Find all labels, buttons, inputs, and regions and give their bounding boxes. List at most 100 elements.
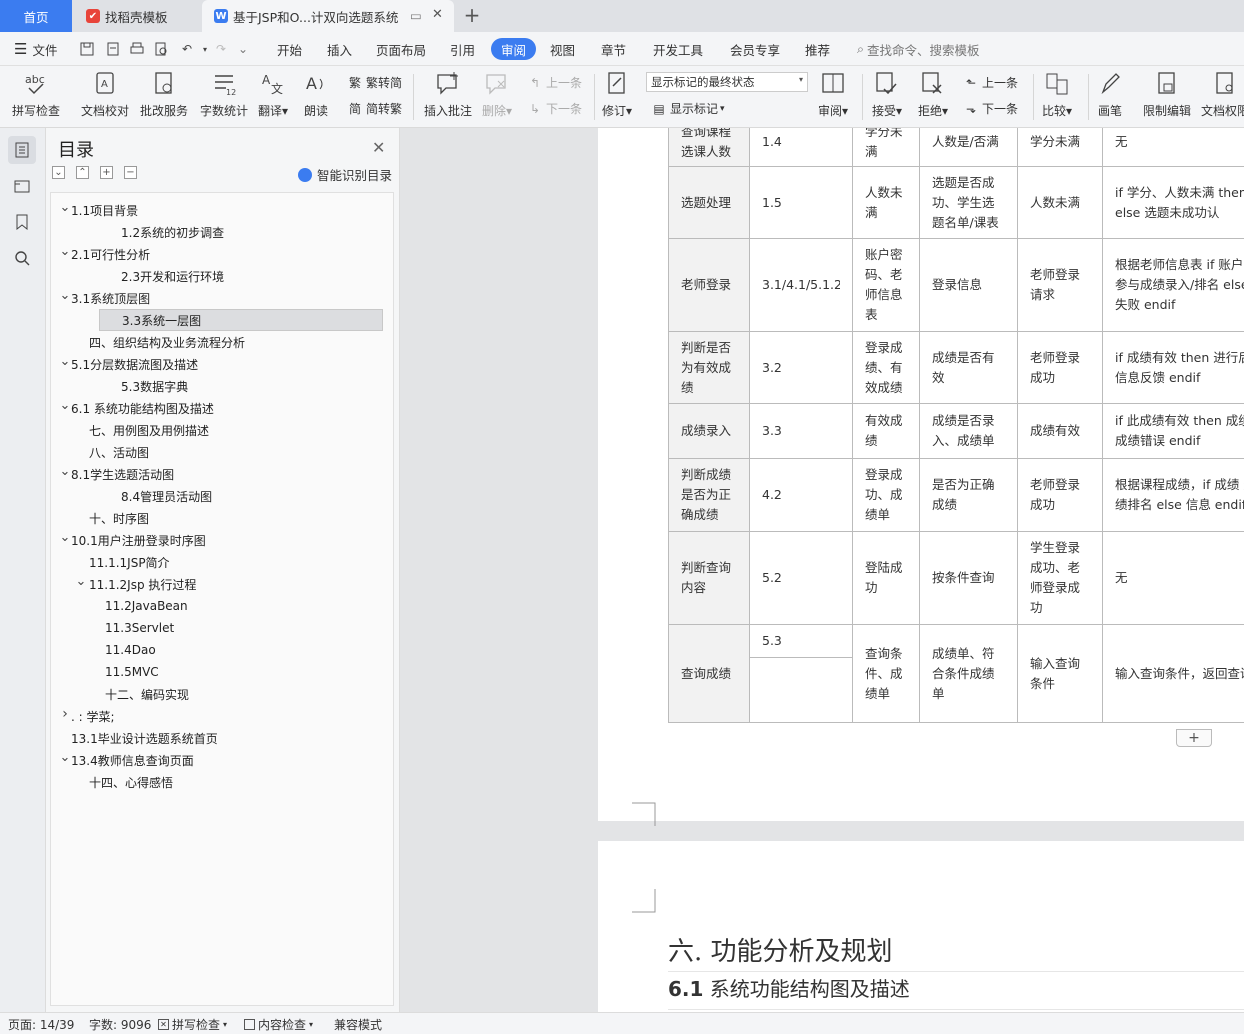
pen-button[interactable]: 画笔 <box>1097 70 1123 119</box>
toc-item[interactable]: ⌄ 10.1用户注册登录时序图 <box>51 529 391 551</box>
export-pdf-icon[interactable] <box>104 40 122 58</box>
bookmark-icon[interactable] <box>8 208 36 236</box>
menu-start[interactable]: 开始 <box>277 32 302 66</box>
toc-item[interactable]: ›. : 学菜; <box>51 705 391 727</box>
table-cell[interactable]: 判断查询内容 <box>668 531 750 625</box>
print-preview-icon[interactable] <box>152 40 170 58</box>
chevron-down-icon[interactable]: ⌄ <box>59 530 71 545</box>
table-cell[interactable]: 人数未满 <box>852 166 920 239</box>
table-cell[interactable]: 学分未满 <box>1017 128 1103 167</box>
table-cell[interactable]: 1.4 <box>749 128 853 167</box>
menu-developer[interactable]: 开发工具 <box>653 32 703 66</box>
doc-permission-button[interactable]: 文档权限 <box>1201 70 1244 119</box>
tab-find-template[interactable]: ✔ 找稻壳模板 <box>74 0 200 32</box>
undo-icon[interactable]: ↶ <box>178 40 196 58</box>
prev-comment-button[interactable]: ↰ 上一条 <box>527 74 582 91</box>
restrict-edit-button[interactable]: 限制编辑 <box>1143 70 1191 119</box>
next-comment-button[interactable]: ↳ 下一条 <box>527 100 582 117</box>
table-cell[interactable]: 登录成功、成绩单 <box>852 458 920 532</box>
toc-item[interactable]: 八、活动图 <box>51 441 391 463</box>
toc-item[interactable]: ⌄ 2.1可行性分析 <box>51 243 391 265</box>
chevron-down-icon[interactable]: ⌄ <box>75 574 87 589</box>
remove-heading-icon[interactable]: − <box>124 166 137 179</box>
word-count-button[interactable]: 123 字数统计 <box>200 70 248 119</box>
table-cell[interactable]: 3.3 <box>749 403 853 459</box>
chevron-down-icon[interactable]: ⌄ <box>59 244 71 259</box>
save-icon[interactable] <box>78 40 96 58</box>
spell-check-button[interactable]: abc 拼写检查 <box>12 70 60 119</box>
toc-item[interactable]: 11.5MVC <box>51 661 391 683</box>
add-row-button[interactable]: + <box>1176 729 1212 747</box>
table-cell[interactable]: 有效成绩 <box>852 403 920 459</box>
translate-button[interactable]: A文 翻译▾ <box>258 70 288 119</box>
toc-item[interactable]: 十二、编码实现 <box>51 683 391 705</box>
toc-item[interactable]: ⌄ 8.1学生选题活动图 <box>51 463 391 485</box>
menu-recommend[interactable]: 推荐 <box>805 32 830 66</box>
insert-comment-button[interactable]: 插入批注 <box>424 70 472 119</box>
toc-item[interactable]: 七、用例图及用例描述 <box>51 419 391 441</box>
add-heading-icon[interactable]: + <box>100 166 113 179</box>
new-tab-button[interactable]: + <box>462 4 482 26</box>
table-cell[interactable]: 学分未满 <box>852 128 920 167</box>
chevron-down-icon[interactable]: ⌄ <box>59 398 71 413</box>
table-cell[interactable]: 登陆成功 <box>852 531 920 625</box>
table-cell[interactable]: 老师登录请求 <box>1017 238 1103 332</box>
table-cell[interactable]: 老师登录 <box>668 238 750 332</box>
table-cell[interactable]: 账户密码、老师信息表 <box>852 238 920 332</box>
table-cell[interactable]: 登录成绩、有效成绩 <box>852 331 920 404</box>
chevron-right-icon[interactable]: › <box>59 706 71 722</box>
toc-item[interactable]: 十、时序图 <box>51 507 391 529</box>
table-cell[interactable]: 人数是/否满 <box>919 128 1018 167</box>
read-aloud-button[interactable]: A 朗读 <box>303 70 329 119</box>
table-cell[interactable]: 输入查询条件，返回查询 <box>1102 624 1244 723</box>
table-cell[interactable]: 判断成绩是否为正确成绩 <box>668 458 750 532</box>
table-cell[interactable]: 判断是否为有效成绩 <box>668 331 750 404</box>
close-icon[interactable]: ✕ <box>372 138 385 157</box>
compare-button[interactable]: 比较▾ <box>1042 70 1072 119</box>
pin-icon[interactable]: ▭ <box>410 8 422 23</box>
toc-item[interactable]: 十四、心得感悟 <box>51 771 391 793</box>
tab-document[interactable]: W 基于JSP和O...计双向选题系统 ▭ ✕ <box>202 0 454 32</box>
menu-review[interactable]: 审阅 <box>491 38 537 60</box>
review-service-button[interactable]: 批改服务 <box>140 70 188 119</box>
to-traditional-button[interactable]: 繁繁转简 <box>347 74 402 91</box>
toc-item[interactable]: ⌄ 5.1分层数据流图及描述 <box>51 353 391 375</box>
toc-item[interactable]: 11.4Dao <box>51 639 391 661</box>
table-cell[interactable]: 选题处理 <box>668 166 750 239</box>
table-cell[interactable]: 3.2 <box>749 331 853 404</box>
table-cell[interactable]: 根据课程成绩，if 成绩 进行成绩排名 else 信息 endif <box>1102 458 1244 532</box>
table-cell[interactable]: if 学分、人数未满 then 成功 else 选题未成功认 <box>1102 166 1244 239</box>
table-cell[interactable]: 是否为正确成绩 <box>919 458 1018 532</box>
print-icon[interactable] <box>128 40 146 58</box>
table-cell[interactable]: 按条件查询 <box>919 531 1018 625</box>
file-menu[interactable]: ☰ 文件 <box>14 32 57 66</box>
chevron-down-icon[interactable]: ⌄ <box>59 750 71 765</box>
chevron-down-icon[interactable]: ⌄ <box>59 354 71 369</box>
close-tab-icon[interactable]: ✕ <box>432 7 443 22</box>
toc-item[interactable]: 11.1.1JSP简介 <box>51 551 391 573</box>
menu-chapter[interactable]: 章节 <box>601 32 626 66</box>
content-check-status[interactable]: 内容检查 ▾ <box>244 1016 313 1033</box>
table-cell[interactable]: 成绩是否录入、成绩单 <box>919 403 1018 459</box>
toc-item[interactable]: 2.3开发和运行环境 <box>51 265 391 287</box>
toc-item[interactable]: 8.4管理员活动图 <box>51 485 391 507</box>
page-indicator[interactable]: 页面: 14/39 <box>8 1016 74 1033</box>
spell-check-status[interactable]: ✕ 拼写检查 ▾ <box>158 1016 227 1033</box>
menu-view[interactable]: 视图 <box>550 32 575 66</box>
toc-item[interactable]: ⌄ 3.1系统顶层图 <box>51 287 391 309</box>
track-changes-button[interactable]: 修订▾ <box>602 70 632 119</box>
menu-insert[interactable]: 插入 <box>327 32 352 66</box>
toc-pane-icon[interactable] <box>8 136 36 164</box>
word-count-indicator[interactable]: 字数: 9096 <box>89 1016 151 1033</box>
menu-references[interactable]: 引用 <box>450 32 475 66</box>
smart-toc-button[interactable]: 智能识别目录 <box>298 165 392 184</box>
table-cell[interactable]: if 成绩有效 then 进行后 else 信息反馈 endif <box>1102 331 1244 404</box>
expand-up-icon[interactable]: ⌃ <box>76 166 89 179</box>
table-cell[interactable]: 查询课程选课人数 <box>668 128 750 167</box>
toc-item[interactable]: 1.2系统的初步调查 <box>51 221 391 243</box>
table-cell[interactable]: if 此成绩有效 then 成绩 else 成绩错误 endif <box>1102 403 1244 459</box>
table-cell[interactable]: 成绩单、符合条件成绩单 <box>919 624 1018 723</box>
table-cell[interactable]: 输入查询条件 <box>1017 624 1103 723</box>
chapter-nav-icon[interactable] <box>8 172 36 200</box>
table-cell[interactable]: 根据老师信息表 if 账户 then 参与成绩录入/排名 else 登录失败 e… <box>1102 238 1244 332</box>
